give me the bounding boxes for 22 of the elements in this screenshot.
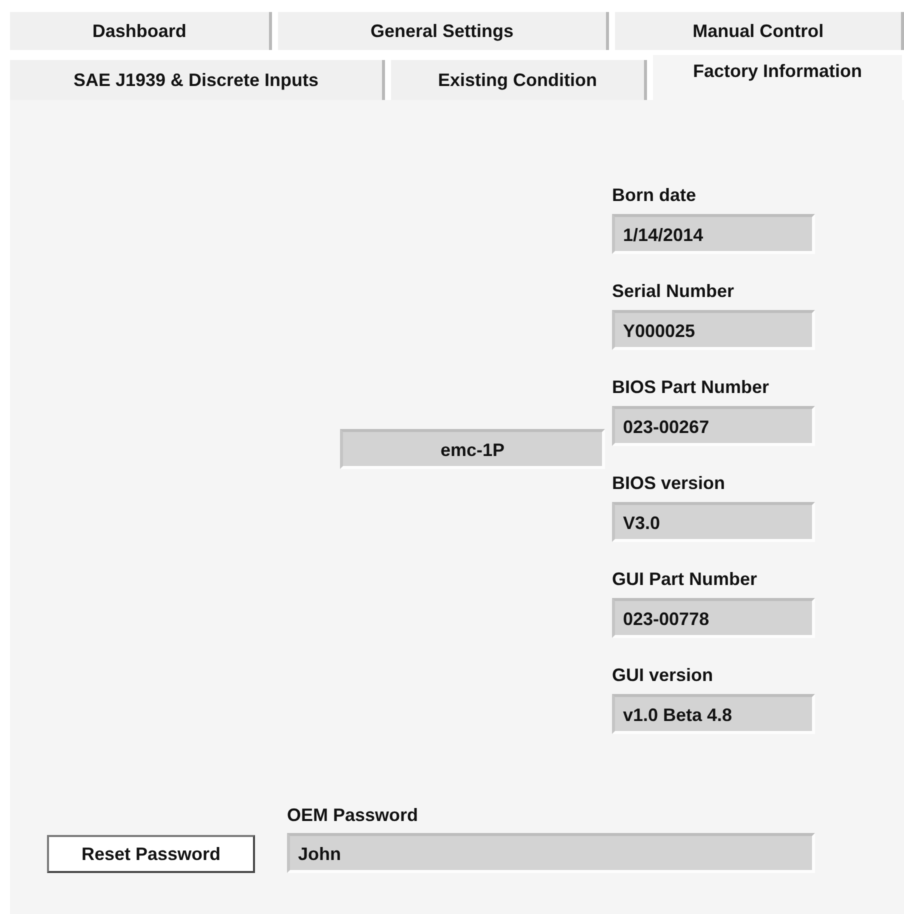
tab[interactable]: Existing Condition <box>391 60 647 100</box>
value-display: 1/14/2014 <box>612 214 815 254</box>
value-display: 023-00267 <box>612 406 815 446</box>
tab[interactable]: General Settings <box>278 12 610 50</box>
field-label: OEM Password <box>287 804 420 826</box>
value-display: Y000025 <box>612 310 815 350</box>
field-label: BIOS Part Number <box>612 376 770 398</box>
reset-password-button[interactable]: Reset Password <box>47 835 255 873</box>
field-label: Serial Number <box>612 280 736 302</box>
model-display: emc-1P <box>340 429 605 469</box>
tab[interactable]: Dashboard <box>10 12 272 50</box>
field-label: Born date <box>612 184 698 206</box>
field-label: GUI version <box>612 664 714 686</box>
field-label: BIOS version <box>612 472 726 494</box>
tab[interactable]: Manual Control <box>615 12 904 50</box>
value-display: 023-00778 <box>612 598 815 638</box>
password-field[interactable]: John <box>287 833 815 873</box>
tab[interactable]: Factory Information <box>653 55 902 100</box>
field-label: GUI Part Number <box>612 568 758 590</box>
value-display: V3.0 <box>612 502 815 542</box>
tab[interactable]: SAE J1939 & Discrete Inputs <box>10 60 385 100</box>
value-display: v1.0 Beta 4.8 <box>612 694 815 734</box>
